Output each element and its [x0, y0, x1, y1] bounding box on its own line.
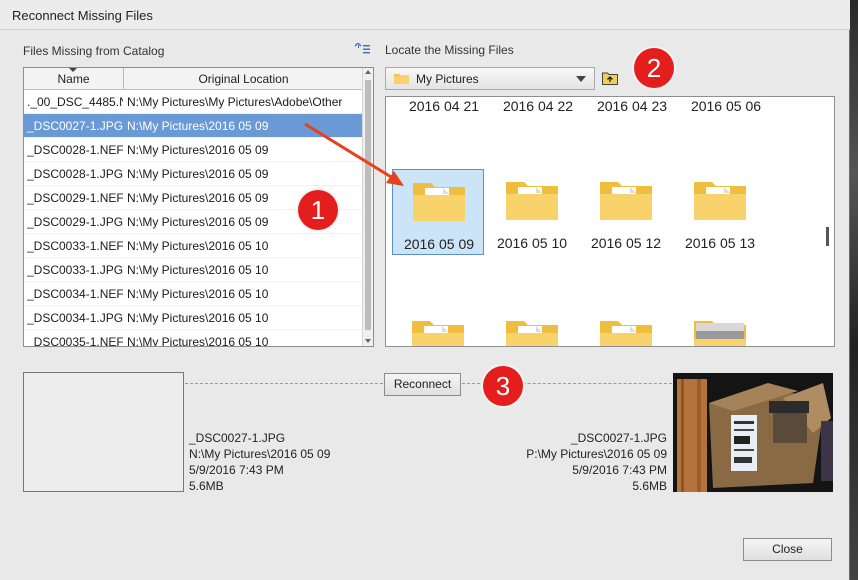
missing-file-name: _DSC0027-1.JPG	[189, 431, 286, 445]
folder-label: 2016 05 12	[590, 235, 662, 251]
file-name-cell: _DSC0033-1.JPG	[27, 263, 123, 277]
file-location-cell: N:\My Pictures\2016 05 09	[127, 167, 269, 181]
file-location-cell: N:\My Pictures\2016 05 09	[127, 119, 269, 133]
browser-scroll-thumb[interactable]	[826, 227, 829, 246]
callout-2: 2	[634, 48, 674, 88]
missing-file-info: _DSC0027-1.JPG N:\My Pictures\2016 05 09…	[189, 430, 330, 494]
table-row[interactable]: _DSC0033-1.JPG N:\My Pictures\2016 05 10	[24, 258, 363, 282]
column-header-location[interactable]: Original Location	[124, 68, 363, 90]
reconnect-dialog: Reconnect Missing Files Files Missing fr…	[0, 0, 850, 580]
table-row[interactable]: _DSC0034-1.JPG N:\My Pictures\2016 05 10	[24, 306, 363, 330]
table-row[interactable]: _DSC0028-1.NEF N:\My Pictures\2016 05 09	[24, 138, 363, 162]
locate-files-heading: Locate the Missing Files	[385, 43, 514, 57]
found-file-size: 5.6MB	[632, 479, 667, 493]
background-strip	[850, 0, 858, 580]
found-file-info: _DSC0027-1.JPG P:\My Pictures\2016 05 09…	[488, 430, 667, 494]
table-row[interactable]: _DSC0034-1.NEF N:\My Pictures\2016 05 10	[24, 282, 363, 306]
found-file-date: 5/9/2016 7:43 PM	[572, 463, 667, 477]
folder-icon	[413, 183, 465, 221]
folder-label[interactable]: 2016 05 06	[680, 98, 772, 114]
callout-3: 3	[483, 366, 523, 406]
folder-item[interactable]: 2016 05 13	[674, 169, 766, 255]
file-location-cell: N:\My Pictures\My Pictures\Adobe\Other	[127, 95, 343, 109]
file-location-cell: N:\My Pictures\2016 05 10	[127, 287, 269, 301]
column-header-name[interactable]: Name	[24, 68, 124, 90]
scroll-thumb[interactable]	[365, 80, 371, 330]
reconnect-button[interactable]: Reconnect	[384, 373, 461, 396]
folder-item[interactable]	[486, 308, 578, 346]
file-name-cell: _DSC0028-1.NEF	[27, 143, 123, 157]
column-location-label: Original Location	[198, 72, 289, 86]
folder-icon	[694, 182, 746, 220]
list-scrollbar[interactable]	[362, 68, 373, 346]
folder-browser[interactable]: 2016 04 21 2016 04 22 2016 04 23 2016 05 06…	[385, 96, 835, 347]
file-location-cell: N:\My Pictures\2016 05 10	[127, 311, 269, 325]
missing-file-path: N:\My Pictures\2016 05 09	[189, 447, 331, 461]
parent-folder-icon[interactable]	[602, 71, 618, 85]
table-row[interactable]: _DSC0027-1.JPG N:\My Pictures\2016 05 09	[24, 114, 363, 138]
folder-with-photo-icon	[694, 321, 746, 346]
table-row[interactable]: _DSC0035-1.NEF N:\My Pictures\2016 05 10	[24, 330, 363, 347]
missing-file-preview	[23, 372, 184, 492]
found-file-thumbnail	[673, 373, 833, 492]
folder-item[interactable]	[580, 308, 672, 346]
file-location-cell: N:\My Pictures\2016 05 10	[127, 263, 269, 277]
file-name-cell: _DSC0033-1.NEF	[27, 239, 123, 253]
folder-icon	[412, 321, 464, 346]
missing-file-size: 5.6MB	[189, 479, 224, 493]
table-row[interactable]: _DSC0028-1.JPG N:\My Pictures\2016 05 09	[24, 162, 363, 186]
folder-dropdown[interactable]: My Pictures	[385, 67, 595, 90]
folder-item[interactable]	[392, 308, 484, 346]
found-file-name: _DSC0027-1.JPG	[570, 431, 667, 445]
file-name-cell: _DSC0034-1.JPG	[27, 311, 123, 325]
sort-options-icon[interactable]	[354, 43, 370, 55]
file-name-cell: ._00_DSC_4485.NEF	[27, 95, 123, 109]
file-name-cell: _DSC0029-1.JPG	[27, 215, 123, 229]
folder-label: 2016 05 13	[684, 235, 756, 251]
folder-icon	[600, 182, 652, 220]
file-name-cell: _DSC0034-1.NEF	[27, 287, 123, 301]
close-button[interactable]: Close	[743, 538, 832, 561]
missing-files-heading: Files Missing from Catalog	[23, 44, 165, 58]
folder-icon	[506, 321, 558, 346]
table-row[interactable]: _DSC0033-1.NEF N:\My Pictures\2016 05 10	[24, 234, 363, 258]
browser-scrollbar[interactable]	[820, 97, 834, 346]
file-name-cell: _DSC0029-1.NEF	[27, 191, 123, 205]
folder-icon	[394, 74, 409, 84]
folder-label[interactable]: 2016 04 21	[398, 98, 490, 114]
window-title: Reconnect Missing Files	[12, 8, 153, 23]
folder-label[interactable]: 2016 04 22	[492, 98, 584, 114]
connector-line	[185, 383, 383, 384]
folder-label: 2016 05 09	[403, 236, 475, 252]
column-name-label: Name	[57, 72, 90, 86]
sort-desc-icon	[69, 68, 77, 72]
file-location-cell: N:\My Pictures\2016 05 10	[127, 239, 269, 253]
list-header: Name Original Location	[24, 68, 363, 90]
callout-1: 1	[298, 190, 338, 230]
folder-icon	[506, 182, 558, 220]
file-location-cell: N:\My Pictures\2016 05 09	[127, 143, 269, 157]
file-name-cell: _DSC0028-1.JPG	[27, 167, 123, 181]
folder-item[interactable]	[674, 308, 766, 346]
folder-dropdown-value: My Pictures	[416, 72, 479, 86]
folder-item[interactable]: 2016 05 10	[486, 169, 578, 255]
file-location-cell: N:\My Pictures\2016 05 10	[127, 335, 269, 347]
found-file-path: P:\My Pictures\2016 05 09	[526, 447, 667, 461]
scroll-down-icon[interactable]	[365, 339, 371, 343]
file-name-cell: _DSC0027-1.JPG	[27, 119, 123, 133]
chevron-down-icon	[576, 76, 586, 82]
folder-label: 2016 05 10	[496, 235, 568, 251]
title-bar: Reconnect Missing Files	[0, 0, 850, 30]
file-name-cell: _DSC0035-1.NEF	[27, 335, 123, 347]
folder-item[interactable]: 2016 05 12	[580, 169, 672, 255]
missing-file-date: 5/9/2016 7:43 PM	[189, 463, 284, 477]
table-row[interactable]: ._00_DSC_4485.NEF N:\My Pictures\My Pictu…	[24, 90, 363, 114]
folder-label[interactable]: 2016 04 23	[586, 98, 678, 114]
folder-item[interactable]: 2016 05 09	[392, 169, 484, 255]
scroll-up-icon[interactable]	[365, 70, 371, 74]
folder-icon	[600, 321, 652, 346]
